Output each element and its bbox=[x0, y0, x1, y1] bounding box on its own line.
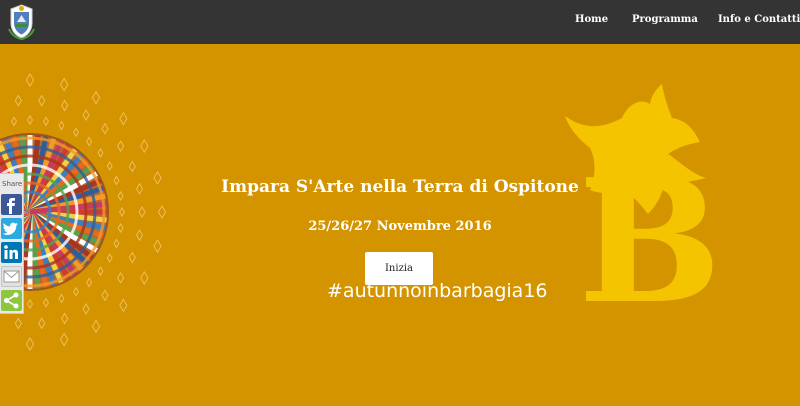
top-navigation-bar: Home Programma Info e Contatti bbox=[0, 0, 800, 44]
linkedin-share-button[interactable] bbox=[1, 242, 22, 263]
brand-b-leaf-logo: B bbox=[565, 84, 722, 342]
nav-info-contatti-link[interactable]: Info e Contatti bbox=[718, 14, 800, 25]
facebook-icon bbox=[7, 198, 15, 214]
nav-programma-link[interactable]: Programma bbox=[632, 14, 698, 25]
hero-title: Impara S'Arte nella Terra di Ospitone bbox=[221, 177, 579, 197]
share-sidebar: Share bbox=[0, 173, 24, 314]
twitter-share-button[interactable] bbox=[1, 218, 22, 239]
hero-hashtag: #autunnoinbarbagia16 bbox=[327, 280, 548, 302]
more-share-button[interactable] bbox=[1, 290, 22, 311]
linkedin-icon bbox=[4, 245, 18, 259]
email-share-button[interactable] bbox=[1, 266, 22, 287]
nav-home-link[interactable]: Home bbox=[575, 14, 608, 25]
share-icon bbox=[4, 292, 19, 309]
brand-b-letter: B bbox=[578, 142, 722, 342]
share-label: Share bbox=[2, 180, 23, 188]
hero-banner: B Impara S'Arte nella Terra di Ospitone … bbox=[0, 44, 800, 406]
twitter-icon bbox=[2, 222, 18, 235]
hero-date: 25/26/27 Novembre 2016 bbox=[308, 219, 492, 234]
facebook-share-button[interactable] bbox=[1, 194, 22, 215]
email-icon bbox=[3, 270, 20, 283]
municipal-crest-logo[interactable] bbox=[5, 3, 38, 41]
